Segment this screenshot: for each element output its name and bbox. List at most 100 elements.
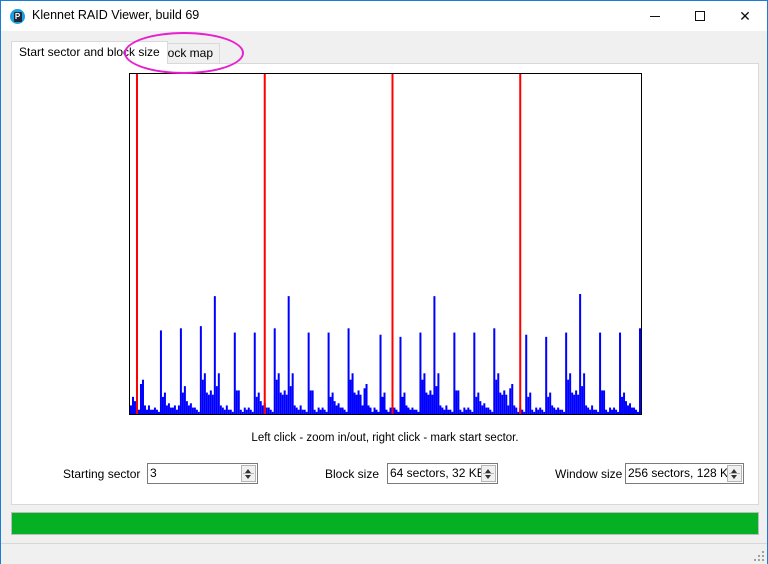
sector-bar — [261, 405, 264, 414]
chart-hint-text: Left click - zoom in/out, right click - … — [251, 432, 519, 444]
arrow-down-icon[interactable] — [485, 475, 491, 479]
sector-histogram-chart[interactable] — [129, 73, 642, 415]
sector-bar — [349, 379, 352, 414]
sector-bar — [159, 330, 162, 414]
block-start-marker — [519, 74, 522, 414]
sector-bar — [373, 407, 376, 414]
sector-bar — [231, 411, 234, 414]
sector-bar — [481, 405, 484, 414]
sector-bar — [367, 405, 370, 414]
sector-bar — [439, 405, 442, 414]
sector-bar — [603, 390, 606, 414]
sector-bar — [499, 392, 502, 414]
sector-bar — [587, 407, 590, 414]
window-size-spinner[interactable]: 256 sectors, 128 KB — [625, 463, 744, 484]
sector-bar — [237, 390, 240, 414]
sector-bar — [449, 409, 452, 414]
starting-sector-spinner[interactable]: 3 — [147, 463, 258, 484]
sector-bar — [585, 405, 588, 414]
sector-bar — [423, 373, 426, 414]
sector-bar — [483, 403, 486, 414]
sector-bar — [173, 405, 176, 414]
sector-bar — [217, 373, 220, 414]
sector-bar — [275, 379, 278, 414]
resize-grip-icon[interactable] — [754, 551, 764, 561]
sector-bar — [171, 407, 174, 414]
block-size-label: Block size — [325, 467, 380, 481]
window-size-stepper[interactable] — [727, 465, 742, 482]
sector-bar — [589, 409, 592, 414]
sector-bar — [437, 373, 440, 414]
sector-bar — [529, 392, 532, 414]
sector-bar — [351, 373, 354, 414]
sector-bar — [359, 394, 362, 414]
window-size-value[interactable]: 256 sectors, 128 KB — [628, 466, 736, 480]
sector-bar — [221, 407, 224, 414]
sector-bar — [405, 405, 408, 414]
block-size-value[interactable]: 64 sectors, 32 KB — [390, 466, 485, 480]
sector-bar — [255, 396, 258, 414]
sector-bar — [219, 405, 222, 414]
sector-bar — [223, 409, 226, 414]
sector-bar — [611, 409, 614, 414]
sector-bar — [511, 384, 514, 414]
sector-bar — [379, 334, 382, 414]
sector-bar — [539, 407, 542, 414]
block-size-stepper[interactable] — [481, 465, 496, 482]
sector-bar — [601, 390, 604, 414]
sector-bar — [209, 390, 212, 414]
sector-bar — [407, 407, 410, 414]
sector-bar — [375, 409, 378, 414]
sector-bar — [257, 392, 260, 414]
sector-bar — [303, 409, 306, 414]
sector-bar — [175, 409, 178, 414]
sector-bar — [213, 296, 216, 414]
progress-fill — [12, 513, 758, 534]
sector-bar — [385, 409, 388, 414]
sector-bar — [141, 379, 144, 414]
tab-start-sector-and-block-size[interactable]: Start sector and block size — [11, 41, 168, 64]
sector-bar — [205, 392, 208, 414]
sector-bar — [399, 336, 402, 414]
sector-bar — [543, 411, 546, 414]
sector-bar — [545, 336, 548, 414]
sector-bar — [467, 407, 470, 414]
sector-bar — [319, 409, 322, 414]
sector-bar — [613, 407, 616, 414]
sector-bar — [389, 407, 392, 414]
sector-bar — [149, 409, 152, 414]
starting-sector-value[interactable]: 3 — [150, 466, 157, 480]
arrow-down-icon[interactable] — [245, 475, 251, 479]
sector-bar — [631, 407, 634, 414]
progress-bar — [11, 512, 759, 535]
sector-bar — [619, 332, 622, 414]
sector-bar — [193, 407, 196, 414]
arrow-down-icon[interactable] — [731, 475, 737, 479]
sector-bar — [189, 403, 192, 414]
sector-bar — [333, 401, 336, 414]
sector-bar — [597, 411, 600, 414]
sector-bar — [531, 409, 534, 414]
starting-sector-stepper[interactable] — [241, 465, 256, 482]
sector-bar — [617, 411, 620, 414]
sector-bar — [495, 379, 498, 414]
sector-bar — [429, 390, 432, 414]
chart-canvas[interactable] — [130, 74, 641, 414]
minimize-button[interactable] — [633, 1, 679, 31]
sector-bar — [623, 392, 626, 414]
sector-bar — [243, 407, 246, 414]
close-button[interactable]: ✕ — [722, 1, 768, 31]
starting-sector-label: Starting sector — [63, 467, 141, 481]
sector-bar — [387, 411, 390, 414]
sector-bar — [343, 409, 346, 414]
sector-bar — [369, 407, 372, 414]
sector-bar — [491, 411, 494, 414]
sector-bar — [247, 407, 250, 414]
sector-bar — [615, 409, 618, 414]
block-size-spinner[interactable]: 64 sectors, 32 KB — [387, 463, 498, 484]
sector-bar — [291, 373, 294, 414]
maximize-button[interactable] — [678, 1, 724, 31]
sector-bar — [621, 396, 624, 414]
sector-bar — [335, 405, 338, 414]
sector-bar — [341, 407, 344, 414]
